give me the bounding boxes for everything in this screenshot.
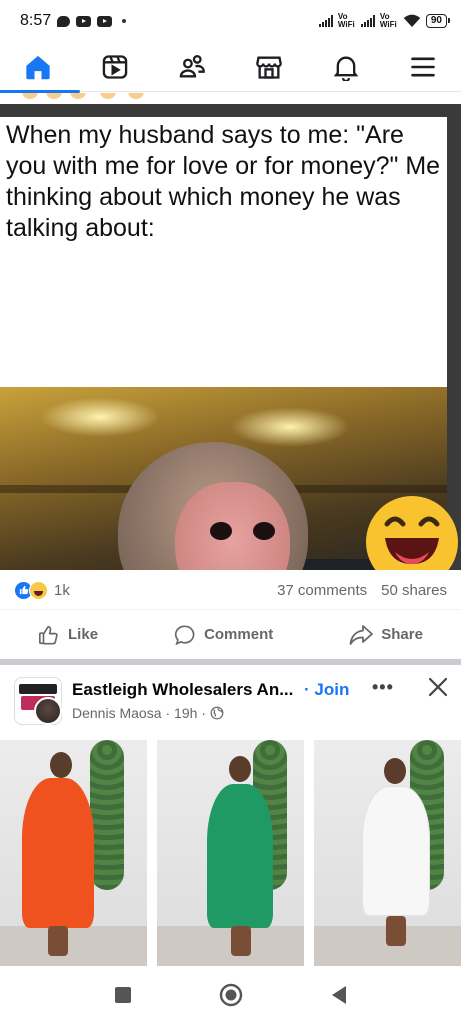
like-label: Like bbox=[68, 626, 99, 643]
group-avatar-band bbox=[19, 684, 57, 694]
photo-floor bbox=[0, 926, 147, 966]
comment-icon bbox=[174, 624, 195, 645]
white-dress bbox=[362, 786, 430, 916]
post-meta: Dennis Maosa · 19h · bbox=[72, 705, 224, 721]
previous-post-edge bbox=[0, 93, 461, 103]
reactions-row: 1k 37 comments 50 shares bbox=[0, 575, 461, 605]
close-icon[interactable] bbox=[426, 675, 450, 699]
home-nav-icon[interactable] bbox=[219, 983, 243, 1007]
video-icon bbox=[102, 54, 128, 79]
reaction-count[interactable]: 1k bbox=[54, 582, 70, 599]
post-time[interactable]: · 19h · bbox=[166, 705, 206, 721]
share-button[interactable]: Share bbox=[349, 624, 423, 646]
model-head bbox=[384, 758, 406, 784]
product-photo-green-dress[interactable] bbox=[157, 740, 304, 966]
marketplace-icon bbox=[256, 56, 282, 79]
tab-video[interactable] bbox=[85, 42, 145, 92]
share-icon bbox=[349, 624, 374, 645]
like-icon bbox=[39, 625, 58, 645]
photo-plant bbox=[90, 740, 124, 890]
vowifi-label: Vo WiFi bbox=[337, 12, 355, 29]
green-dress bbox=[207, 784, 273, 928]
vowifi-label-2: Vo WiFi bbox=[379, 12, 397, 29]
author-name[interactable]: Dennis Maosa bbox=[72, 705, 162, 721]
product-photo-white-dress[interactable] bbox=[314, 740, 461, 966]
more-notifications-dot-icon bbox=[122, 19, 127, 23]
haha-reaction-icon bbox=[29, 580, 48, 600]
meme-caption-box: When my husband says to me: "Are you wit… bbox=[0, 117, 447, 387]
comment-label: Comment bbox=[204, 626, 274, 643]
shares-count[interactable]: 50 shares bbox=[381, 582, 447, 599]
tab-menu[interactable] bbox=[393, 42, 453, 92]
group-name[interactable]: Eastleigh Wholesalers An... bbox=[72, 680, 293, 700]
tab-home[interactable] bbox=[0, 42, 81, 93]
model-legs bbox=[231, 926, 251, 956]
wifi-icon bbox=[403, 14, 421, 27]
globe-icon bbox=[210, 706, 224, 720]
tab-marketplace[interactable] bbox=[239, 42, 299, 92]
signal-icon-2 bbox=[360, 15, 375, 27]
author-avatar[interactable] bbox=[34, 697, 62, 725]
post-actions: Like Comment Share bbox=[0, 609, 461, 659]
signal-icon bbox=[318, 15, 333, 27]
tab-friends[interactable] bbox=[162, 42, 222, 92]
group-post-header: Eastleigh Wholesalers An... · Join Denni… bbox=[0, 665, 461, 735]
product-photo-orange-dress[interactable] bbox=[0, 740, 147, 966]
youtube-notification-icon-2 bbox=[97, 15, 113, 27]
background-light-2 bbox=[230, 407, 350, 447]
battery-icon: 90 bbox=[425, 14, 451, 28]
back-icon[interactable] bbox=[330, 985, 348, 1005]
comments-count[interactable]: 37 comments bbox=[277, 582, 367, 599]
comment-button[interactable]: Comment bbox=[174, 624, 273, 646]
bell-icon bbox=[333, 56, 358, 81]
tab-notifications[interactable] bbox=[316, 42, 376, 92]
like-button[interactable]: Like bbox=[38, 624, 98, 646]
join-button[interactable]: · Join bbox=[304, 680, 349, 700]
more-options-button[interactable]: ••• bbox=[372, 677, 394, 698]
monkey-eye-right bbox=[253, 522, 275, 540]
home-icon bbox=[26, 55, 51, 79]
messenger-notification-icon bbox=[57, 15, 71, 27]
background-light bbox=[40, 397, 160, 437]
meme-caption: When my husband says to me: "Are you wit… bbox=[6, 121, 441, 242]
haha-emoji-icon bbox=[366, 496, 458, 570]
share-label: Share bbox=[381, 626, 423, 643]
orange-dress bbox=[22, 778, 94, 928]
recents-icon[interactable] bbox=[114, 986, 132, 1004]
friends-icon bbox=[179, 54, 205, 77]
top-nav-bar bbox=[0, 42, 461, 93]
reaction-icons[interactable] bbox=[14, 580, 48, 600]
status-time: 8:57 bbox=[20, 12, 52, 29]
model-head bbox=[50, 752, 72, 778]
model-legs bbox=[386, 916, 406, 946]
menu-icon bbox=[410, 57, 435, 76]
model-head bbox=[229, 756, 251, 782]
android-navigation-bar bbox=[0, 966, 461, 1024]
group-post-photos bbox=[0, 740, 461, 966]
youtube-notification-icon bbox=[76, 15, 92, 27]
model-legs bbox=[48, 926, 68, 956]
status-bar: 8:57 Vo WiFi Vo WiFi 90 bbox=[0, 0, 461, 42]
monkey-eye-left bbox=[210, 522, 232, 540]
